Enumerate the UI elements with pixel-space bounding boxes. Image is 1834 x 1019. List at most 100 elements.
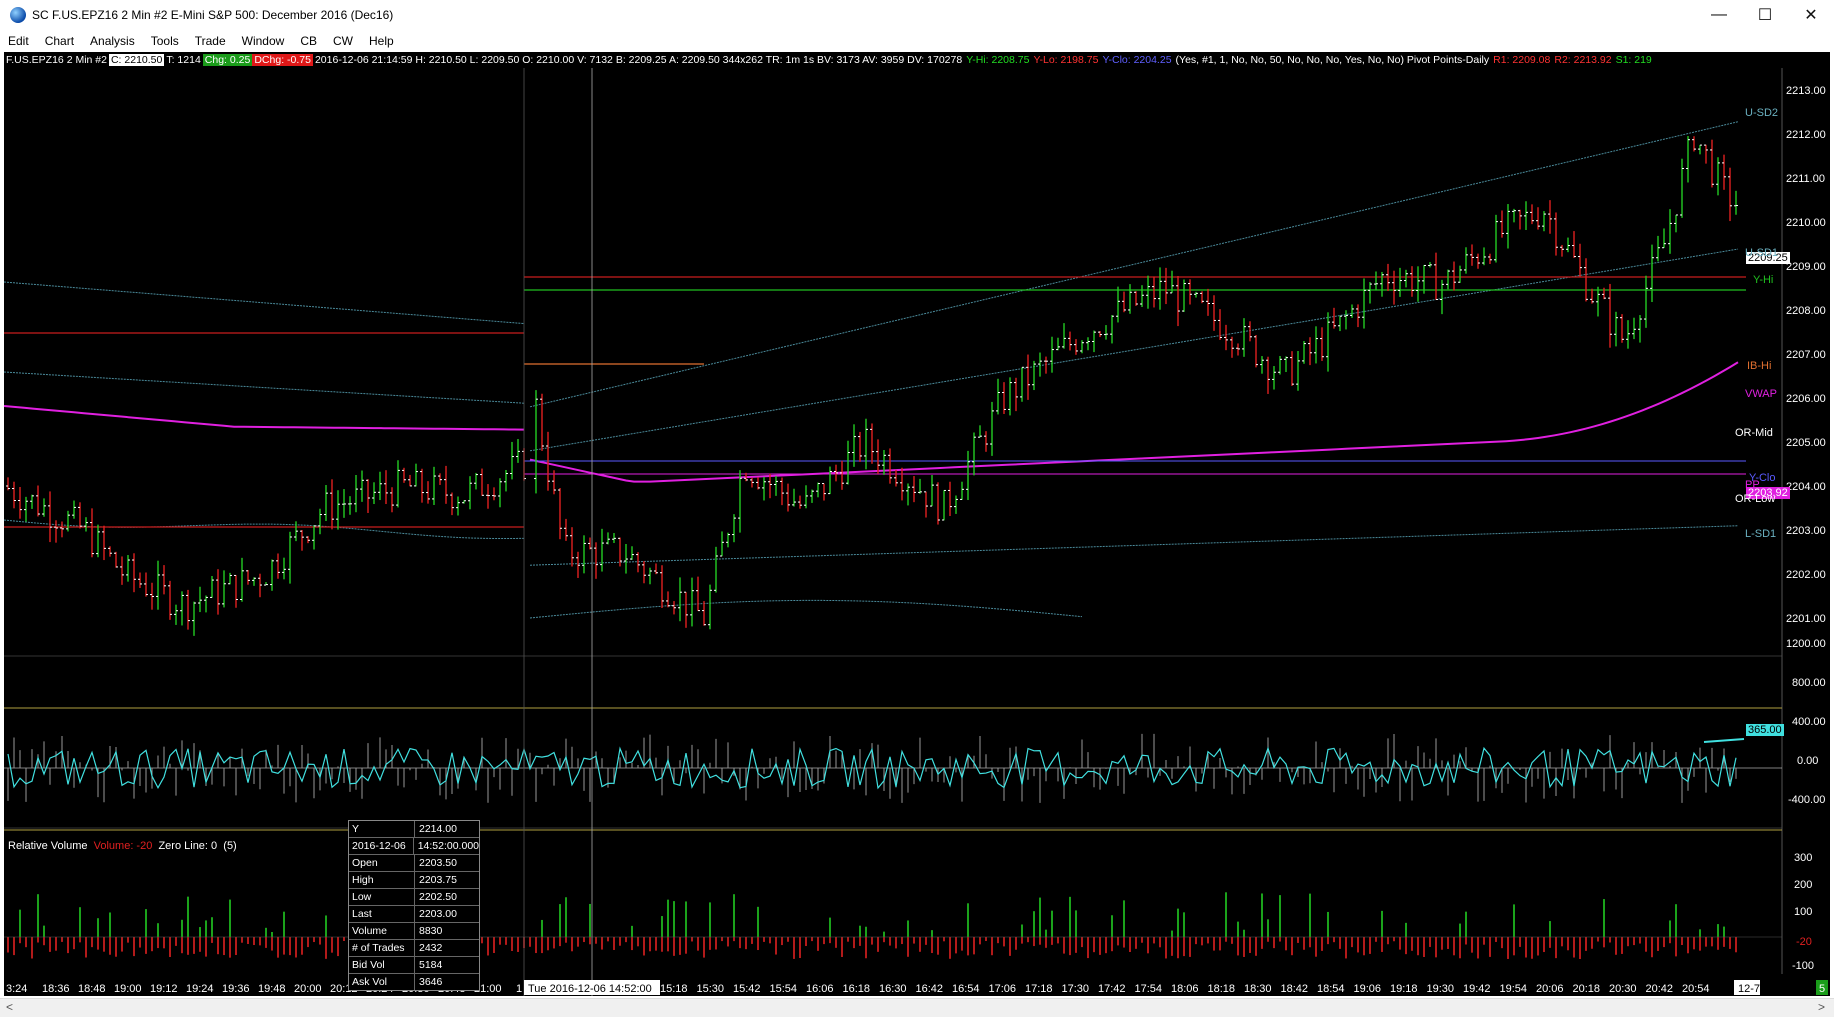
time-tick-label: 18:54 xyxy=(1317,983,1345,995)
tooltip-value: 2203.50 xyxy=(419,857,457,869)
tooltip-row: High 2203.75 xyxy=(349,872,479,889)
info-r2: R2: 2213.92 xyxy=(1554,54,1612,66)
app-globe-icon xyxy=(10,7,26,23)
study-zero-line: Zero Line: 0 xyxy=(158,840,218,852)
label-usd2: U-SD2 xyxy=(1745,107,1779,119)
time-tick-label: 19:48 xyxy=(258,983,286,995)
cursor-time-label: Tue 2016-12-06 14:52:00 xyxy=(528,983,652,995)
study-volume: Volume: -20 xyxy=(93,840,153,852)
tooltip-key: 2016-12-06 xyxy=(349,838,414,854)
lower-band-1-line xyxy=(4,519,525,540)
title-bar[interactable]: SC F.US.EPZ16 2 Min #2 E-Mini S&P 500: D… xyxy=(0,0,1834,30)
time-tick-label: 20:30 xyxy=(1609,983,1637,995)
info-close: C: 2210.50 xyxy=(108,54,165,66)
upper-band-2-line xyxy=(529,121,1739,408)
time-tick-label: 17:18 xyxy=(1025,983,1053,995)
chart-area[interactable]: 3:24 18:36 18:48 19:00 19:12 19:24 19:36 19:48 2… xyxy=(4,52,1830,996)
time-tick-label: 16:06 xyxy=(806,983,834,995)
scroll-left-icon[interactable]: < xyxy=(6,1000,13,1014)
menu-analysis[interactable]: Analysis xyxy=(82,34,143,48)
time-tick-label: 19:06 xyxy=(1354,983,1382,995)
info-symbol: F.US.EPZ16 2 Min #2 xyxy=(6,54,107,66)
info-s1: S1: 219 xyxy=(1615,54,1652,66)
vwap-line-left xyxy=(4,405,525,431)
time-tick-label: 18:06 xyxy=(1171,983,1199,995)
menu-tools[interactable]: Tools xyxy=(143,34,187,48)
price-tick: 2210.00 xyxy=(1786,217,1826,229)
close-button[interactable]: ✕ xyxy=(1788,0,1834,30)
scroll-right-icon[interactable]: > xyxy=(1818,1000,1825,1014)
osc-tick: 800.00 xyxy=(1792,677,1826,689)
chart-window: SC F.US.EPZ16 2 Min #2 E-Mini S&P 500: D… xyxy=(0,0,1834,1019)
price-tick: 2203.00 xyxy=(1786,525,1826,537)
menu-edit[interactable]: Edit xyxy=(0,34,37,48)
tooltip-key: # of Trades xyxy=(349,940,415,956)
time-tick-label: 18:18 xyxy=(1208,983,1236,995)
time-tick-label: 15:54 xyxy=(770,983,798,995)
tooltip-key: Volume xyxy=(349,923,415,939)
tooltip-value: 5184 xyxy=(419,959,443,971)
osc-tick: 0.00 xyxy=(1797,755,1819,767)
tooltip-row: # of Trades 2432 xyxy=(349,940,479,957)
tooltip-value: 2203.00 xyxy=(419,908,457,920)
osc-value-badge: 365.00 xyxy=(1746,724,1784,736)
data-tooltip: Y 2214.00 2016-12-06 14:52:00.000 Open 2203.5… xyxy=(348,820,480,991)
tooltip-row: Ask Vol 3646 xyxy=(349,974,479,990)
chart-info-bar: F.US.EPZ16 2 Min #2 C: 2210.50 T: 1214 Chg:… xyxy=(4,52,1830,68)
tooltip-value: 8830 xyxy=(419,925,443,937)
time-tick-label: 19:54 xyxy=(1500,983,1528,995)
time-tick-label: 19:30 xyxy=(1427,983,1455,995)
time-tick-label: 16:42 xyxy=(916,983,944,995)
time-tick-label: 20:54 xyxy=(1682,983,1710,995)
menu-window[interactable]: Window xyxy=(234,34,293,48)
relvol-tick: 100 xyxy=(1794,906,1813,918)
time-tick-label: 19:00 xyxy=(114,983,142,995)
tooltip-value: 2203.75 xyxy=(419,874,457,886)
osc-line-tail xyxy=(1703,738,1745,743)
tooltip-row: Volume 8830 xyxy=(349,923,479,940)
menu-cb[interactable]: CB xyxy=(292,34,325,48)
chart-canvas[interactable]: 3:24 18:36 18:48 19:00 19:12 19:24 19:36 19:48 2… xyxy=(4,52,1830,996)
study-name: Relative Volume xyxy=(8,840,88,852)
time-tick-label: 3:24 xyxy=(6,983,27,995)
menu-chart[interactable]: Chart xyxy=(37,34,82,48)
tooltip-row: Bid Vol 5184 xyxy=(349,957,479,974)
label-ibhi: IB-Hi xyxy=(1747,360,1772,372)
label-usd1: U-SD1 xyxy=(1745,247,1779,259)
tooltip-row: 2016-12-06 14:52:00.000 xyxy=(349,838,479,855)
price-tick: 2212.00 xyxy=(1786,129,1826,141)
label-orlow: OR-Low xyxy=(1735,493,1776,505)
time-tick-label: 17:30 xyxy=(1062,983,1090,995)
time-tick-label: 16:18 xyxy=(843,983,871,995)
time-tick-label: 20:42 xyxy=(1646,983,1674,995)
price-tick: 2208.00 xyxy=(1786,305,1826,317)
tooltip-key: Ask Vol xyxy=(349,974,415,990)
time-tick-label: 19:18 xyxy=(1390,983,1418,995)
osc-tick: -400.00 xyxy=(1788,794,1826,806)
tooltip-row: Low 2202.50 xyxy=(349,889,479,906)
minimize-button[interactable]: — xyxy=(1696,0,1742,30)
price-tick: 2213.00 xyxy=(1786,85,1826,97)
upper-band-1-line xyxy=(4,371,525,404)
end-badge-label: 5 xyxy=(1819,983,1825,995)
maximize-button[interactable]: ☐ xyxy=(1742,0,1788,30)
time-tick-label: 17:42 xyxy=(1098,983,1126,995)
time-tick-label: 18:42 xyxy=(1281,983,1309,995)
upper-band-2-line xyxy=(4,281,525,325)
lower-band-1-line xyxy=(529,525,1739,566)
price-tick: 2204.00 xyxy=(1786,481,1826,493)
time-tick-label: 20:06 xyxy=(1536,983,1564,995)
menu-trade[interactable]: Trade xyxy=(187,34,234,48)
horizontal-scrollbar[interactable]: < > xyxy=(0,998,1834,1017)
tooltip-row: Y 2214.00 xyxy=(349,821,479,838)
info-trades: T: 1214 xyxy=(166,54,201,66)
time-tick-label: 17:54 xyxy=(1135,983,1163,995)
menu-cw[interactable]: CW xyxy=(325,34,361,48)
menu-bar: Edit Chart Analysis Tools Trade Window C… xyxy=(0,31,1834,51)
tooltip-value: 2202.50 xyxy=(419,891,457,903)
relvol-tick: -100 xyxy=(1792,960,1815,972)
osc-tick: 1200.00 xyxy=(1786,638,1826,650)
menu-help[interactable]: Help xyxy=(361,34,402,48)
study-label: Relative Volume Volume: -20 Zero Line: 0… xyxy=(8,840,237,852)
time-tick-label: 16:30 xyxy=(879,983,907,995)
